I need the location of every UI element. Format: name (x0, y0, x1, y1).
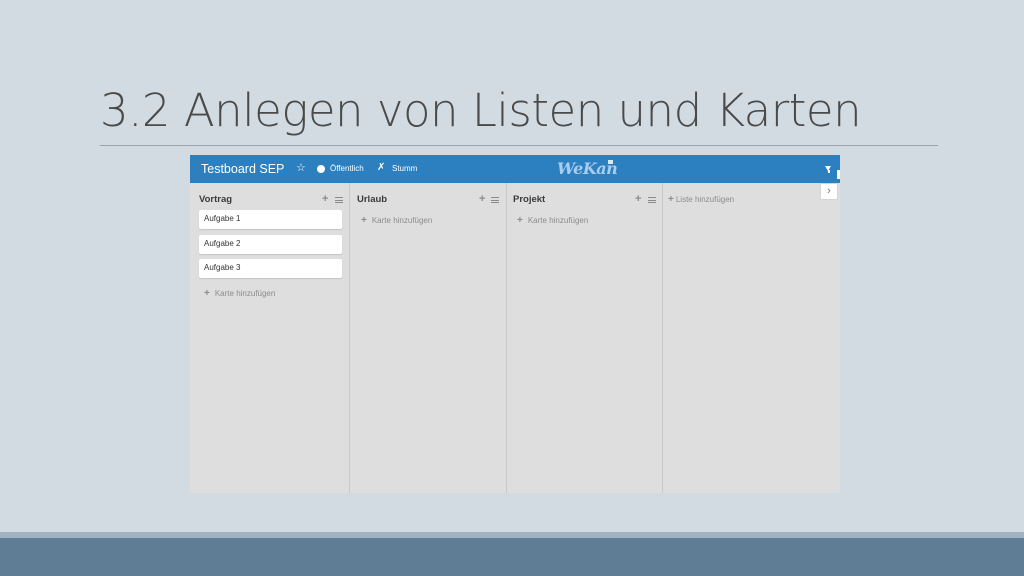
wekan-screenshot: Testboard SEP ☆ Öffentlich ✗ Stumm WeKan… (190, 155, 840, 493)
mute-toggle[interactable]: Stumm (392, 164, 417, 173)
filter-icon-stem (828, 170, 830, 173)
add-card-label: Karte hinzufügen (371, 216, 433, 225)
list-title[interactable]: Projekt (513, 194, 545, 205)
plus-icon[interactable]: + (322, 193, 328, 205)
list-title[interactable]: Vortrag (199, 194, 232, 205)
header-edge (837, 170, 840, 179)
plus-icon: + (204, 288, 210, 299)
card-title: Aufgabe 2 (204, 239, 241, 248)
star-icon[interactable]: ☆ (296, 161, 306, 174)
plus-icon: + (361, 215, 367, 226)
chevron-right-icon[interactable]: › (820, 183, 838, 200)
list-vortrag: Vortrag + Aufgabe 1 Aufgabe 2 Aufgabe 3 … (190, 183, 350, 493)
add-card-label: Karte hinzufügen (527, 216, 589, 225)
add-list-label: Liste hinzufügen (675, 195, 735, 204)
plus-icon: + (517, 215, 523, 226)
board-header: Testboard SEP ☆ Öffentlich ✗ Stumm WeKan (190, 155, 840, 183)
mute-icon: ✗ (377, 162, 386, 173)
plus-icon[interactable]: + (479, 193, 485, 205)
add-card-button[interactable]: + Karte hinzufügen (361, 215, 432, 226)
list-title[interactable]: Urlaub (357, 194, 387, 205)
add-card-button[interactable]: + Karte hinzufügen (204, 288, 275, 299)
card[interactable]: Aufgabe 3 (199, 259, 342, 278)
card-title: Aufgabe 1 (204, 214, 241, 223)
card[interactable]: Aufgabe 2 (199, 235, 342, 254)
add-list-button[interactable]: + Liste hinzufügen (668, 194, 734, 205)
plus-icon: + (668, 194, 674, 205)
footer-band (0, 538, 1024, 576)
card[interactable]: Aufgabe 1 (199, 210, 342, 229)
hamburger-menu-icon[interactable] (648, 197, 656, 203)
visibility-toggle[interactable]: Öffentlich (330, 164, 364, 173)
card-title: Aufgabe 3 (204, 263, 241, 272)
board-title[interactable]: Testboard SEP (201, 162, 284, 176)
list-urlaub: Urlaub + + Karte hinzufügen (350, 183, 507, 493)
hamburger-menu-icon[interactable] (491, 197, 499, 203)
list-projekt: Projekt + + Karte hinzufügen (507, 183, 663, 493)
globe-icon (317, 165, 325, 173)
slide-title: 3.2 Anlegen von Listen und Karten (100, 84, 862, 137)
plus-icon[interactable]: + (635, 193, 641, 205)
add-card-label: Karte hinzufügen (214, 289, 276, 298)
logo-mark (608, 160, 613, 164)
hamburger-menu-icon[interactable] (335, 197, 343, 203)
title-divider (100, 145, 938, 146)
add-card-button[interactable]: + Karte hinzufügen (517, 215, 588, 226)
